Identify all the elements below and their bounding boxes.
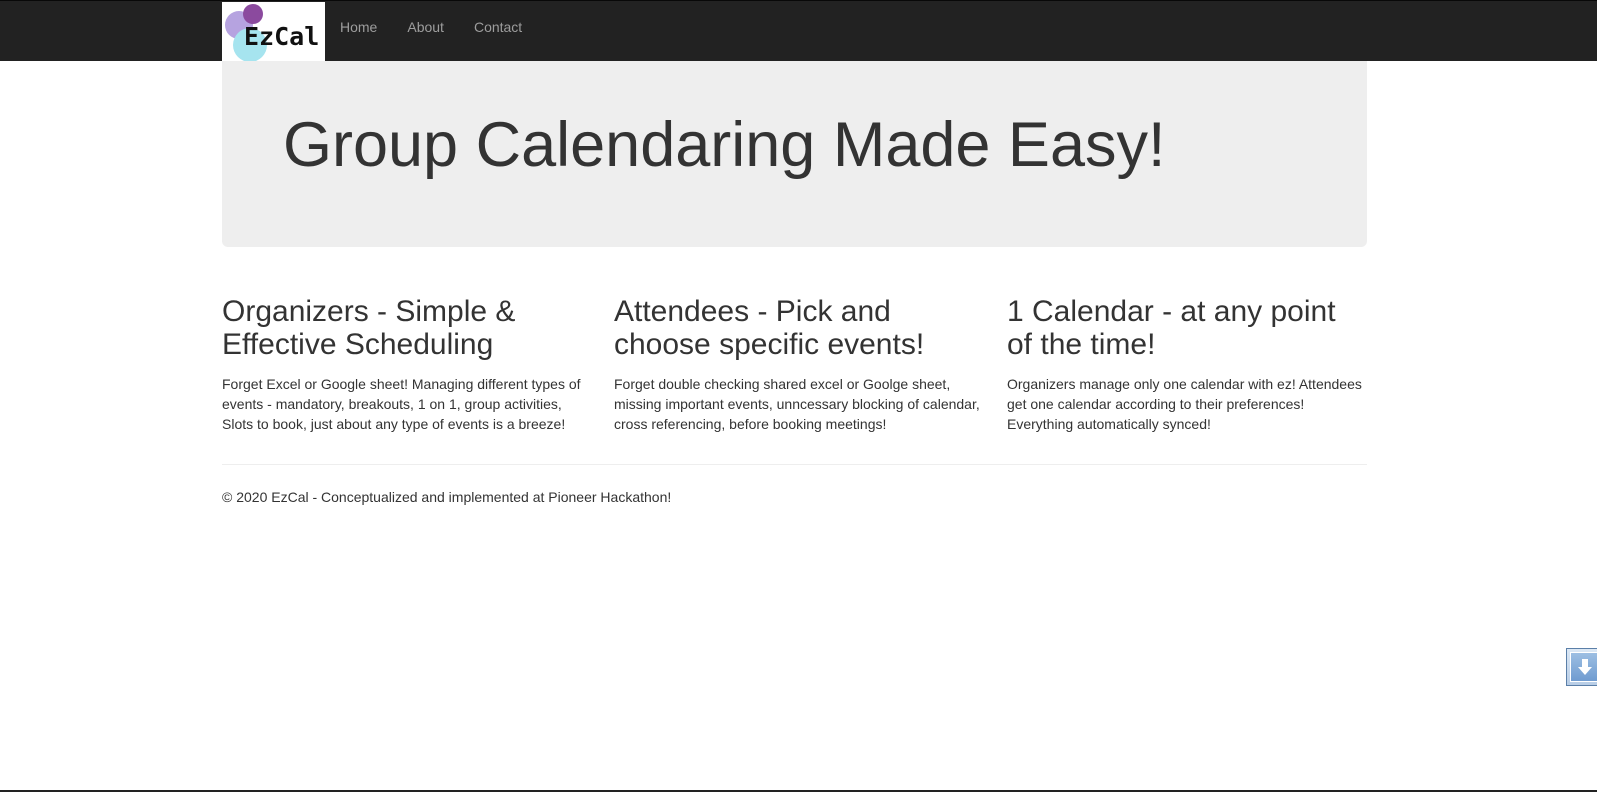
feature-text: Organizers manage only one calendar with… (1007, 376, 1362, 432)
navbar: EzCal Home About Contact (0, 0, 1597, 62)
nav-link-contact[interactable]: Contact (459, 19, 537, 35)
footer-divider (222, 464, 1367, 465)
nav-link-about[interactable]: About (392, 19, 459, 35)
brand-logo[interactable]: EzCal (222, 2, 325, 62)
page: EzCal Home About Contact Group Calendari… (0, 0, 1597, 792)
arrow-down-icon (1570, 652, 1597, 682)
feature-heading: 1 Calendar - at any point of the time! (1007, 295, 1336, 361)
feature-heading: Organizers - Simple & Effective Scheduli… (222, 295, 516, 361)
logo-circle (243, 4, 263, 24)
nav-link-home[interactable]: Home (325, 19, 392, 35)
hero-jumbotron: Group Calendaring Made Easy! (222, 61, 1367, 247)
hero-title: Group Calendaring Made Easy! (283, 110, 1166, 180)
brand-text: EzCal (244, 22, 320, 51)
nav-links: Home About Contact (325, 1, 537, 53)
feature-column-calendar: 1 Calendar - at any point of the time! O… (1007, 295, 1367, 434)
scroll-down-button[interactable] (1566, 648, 1597, 686)
feature-column-organizers: Organizers - Simple & Effective Scheduli… (222, 295, 590, 434)
footer-text: © 2020 EzCal - Conceptualized and implem… (222, 489, 672, 505)
feature-column-attendees: Attendees - Pick and choose specific eve… (614, 295, 982, 434)
feature-text: Forget double checking shared excel or G… (614, 376, 980, 432)
feature-text: Forget Excel or Google sheet! Managing d… (222, 376, 581, 432)
feature-heading: Attendees - Pick and choose specific eve… (614, 295, 925, 361)
